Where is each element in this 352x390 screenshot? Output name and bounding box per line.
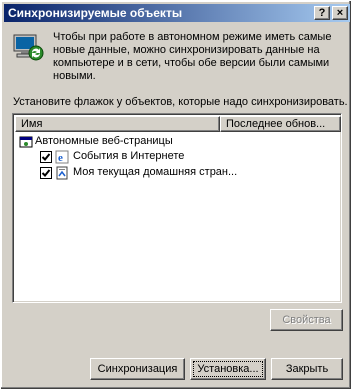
list-item-label: Моя текущая домашняя стран...: [73, 166, 238, 178]
instruction-text: Установите флажок у объектов, которые на…: [13, 96, 348, 108]
column-header-name[interactable]: Имя: [15, 116, 220, 132]
help-button[interactable]: ?: [314, 6, 330, 20]
sync-items-dialog: Синхронизируемые объекты ? × Чтобы при р…: [0, 0, 352, 390]
synchronize-button[interactable]: Синхронизация: [90, 358, 185, 380]
properties-button[interactable]: Свойства: [270, 309, 343, 331]
offline-pages-icon: [19, 135, 33, 149]
list-group-label: Автономные веб-страницы: [35, 135, 173, 147]
item-checkbox[interactable]: [40, 167, 52, 179]
items-list[interactable]: Имя Последнее обнов... Автономные веб-ст…: [12, 113, 342, 303]
description-text: Чтобы при работе в автономном режиме име…: [53, 31, 332, 82]
sync-computer-icon: [12, 32, 44, 64]
close-button[interactable]: Закрыть: [271, 358, 343, 380]
list-item-label: События в Интернете: [73, 150, 185, 162]
column-header-last-updated[interactable]: Последнее обнов...: [220, 116, 341, 132]
window-title: Синхронизируемые объекты: [8, 6, 183, 20]
svg-text:e: e: [58, 152, 63, 164]
item-checkbox[interactable]: [40, 151, 52, 163]
internet-explorer-icon: e: [55, 150, 69, 164]
home-page-icon: [55, 166, 69, 180]
title-bar[interactable]: Синхронизируемые объекты ? ×: [4, 4, 350, 22]
setup-button[interactable]: Установка...: [190, 358, 266, 380]
close-window-button[interactable]: ×: [332, 6, 348, 20]
